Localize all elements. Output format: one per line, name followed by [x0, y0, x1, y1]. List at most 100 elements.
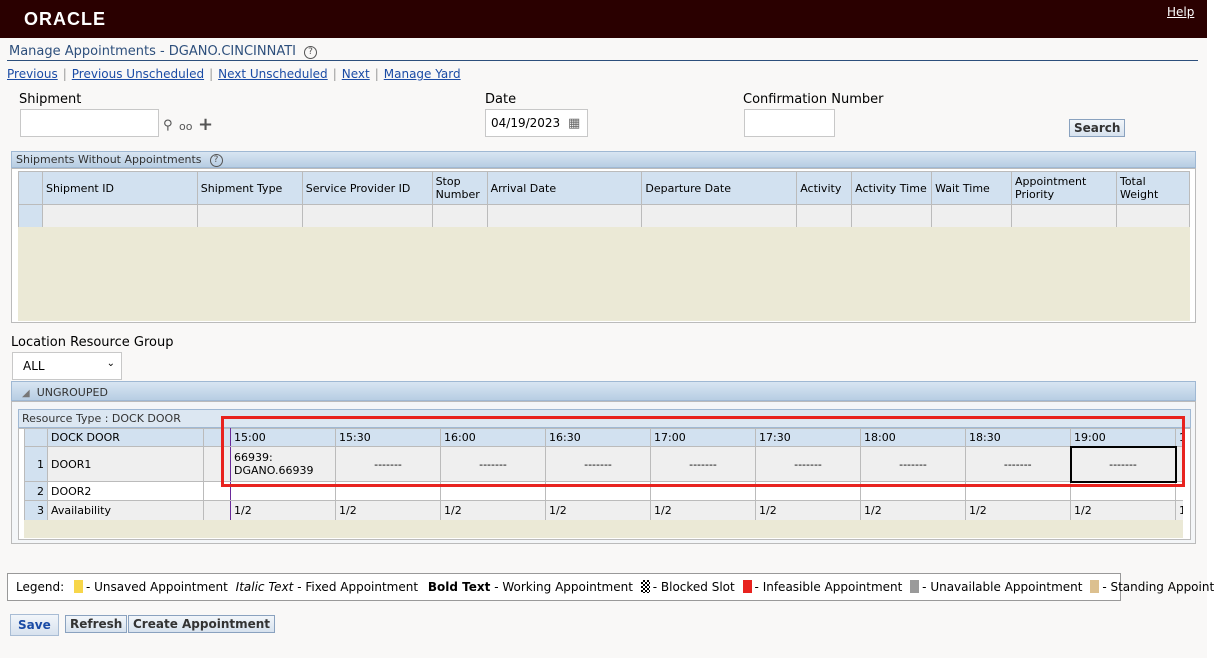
- row-number: 3: [24, 500, 48, 521]
- legend-item: - Fixed Appointment: [293, 580, 419, 594]
- page-title: Manage Appointments - DGANO.CINCINNATI?: [9, 44, 317, 59]
- filter-cell[interactable]: [641, 204, 798, 228]
- time-slot-cell[interactable]: 1/2: [965, 500, 1071, 521]
- next-link[interactable]: Next: [342, 67, 370, 81]
- column-header[interactable]: Shipment Type: [196, 171, 303, 205]
- schedule-empty-area: [24, 520, 1183, 538]
- filter-cell[interactable]: [301, 204, 433, 228]
- time-slot-cell[interactable]: 1: [1175, 500, 1183, 521]
- legend-label: Legend:: [16, 580, 65, 594]
- oracle-logo: ORACLE: [24, 9, 106, 29]
- row-number: 2: [24, 481, 48, 501]
- filter-cell[interactable]: [931, 204, 1013, 228]
- shipments-panel-title: Shipments Without Appointments: [16, 153, 202, 166]
- chevron-down-icon: ⌄: [106, 358, 115, 369]
- title-divider: [7, 60, 1198, 61]
- help-icon[interactable]: ?: [304, 46, 317, 59]
- column-header[interactable]: Activity: [796, 171, 853, 205]
- collapse-triangle-icon[interactable]: ◢: [22, 388, 30, 399]
- refresh-button[interactable]: Refresh: [65, 615, 128, 633]
- time-slot-cell[interactable]: 1/2: [860, 500, 966, 521]
- help-icon[interactable]: ?: [209, 154, 223, 167]
- next-unscheduled-link[interactable]: Next Unscheduled: [218, 67, 328, 81]
- resource-group-label: Location Resource Group: [11, 335, 174, 350]
- resource-name: Availability: [47, 500, 204, 521]
- legend: Legend: - Unsaved Appointment Italic Tex…: [7, 573, 1215, 601]
- infeasible-swatch: [742, 580, 752, 593]
- table-header-row: Shipment ID Shipment Type Service Provid…: [18, 171, 1191, 205]
- resource-group-select[interactable]: ALL ⌄: [12, 352, 122, 380]
- filter-cell: [18, 204, 43, 228]
- column-header[interactable]: Shipment ID: [41, 171, 198, 205]
- column-header[interactable]: Activity Time: [851, 171, 933, 205]
- filter-cell[interactable]: [431, 204, 488, 228]
- filter-cell[interactable]: [1115, 204, 1191, 228]
- standing-swatch: [1090, 580, 1100, 593]
- legend-item: - Blocked Slot: [652, 580, 735, 594]
- legend-item: - Unsaved Appointment: [85, 580, 228, 594]
- column-header[interactable]: Service Provider ID: [301, 171, 433, 205]
- unavailable-swatch: [910, 580, 920, 593]
- shipment-label: Shipment: [19, 92, 82, 107]
- create-appointment-button[interactable]: Create Appointment: [128, 615, 276, 633]
- column-header[interactable]: Total Weight: [1115, 171, 1191, 205]
- time-slot-cell[interactable]: 1/2: [650, 500, 756, 521]
- filter-cell[interactable]: [41, 204, 198, 228]
- filter-cell[interactable]: [851, 204, 933, 228]
- dock-door-header: DOCK DOOR: [47, 428, 204, 447]
- time-slot-cell[interactable]: 1/2: [1070, 500, 1176, 521]
- save-button[interactable]: Save: [10, 614, 59, 636]
- time-slot-cell[interactable]: 1/2: [545, 500, 651, 521]
- confirmation-label: Confirmation Number: [743, 92, 884, 107]
- highlight-box: [221, 416, 1185, 487]
- legend-item: - Working Appointment: [490, 580, 633, 594]
- unsaved-swatch: [73, 580, 83, 593]
- time-slot-cell[interactable]: 1/2: [440, 500, 546, 521]
- time-slot-cell[interactable]: 1/2: [230, 500, 336, 521]
- date-value: 04/19/2023: [491, 116, 561, 130]
- top-bar: [0, 0, 1207, 38]
- rownum-header: [24, 428, 48, 447]
- shipment-input[interactable]: [20, 109, 159, 137]
- ungrouped-title: UNGROUPED: [36, 386, 108, 399]
- row-number: 1: [24, 446, 48, 482]
- column-header[interactable]: Departure Date: [641, 171, 798, 205]
- shipments-table: Shipment ID Shipment Type Service Provid…: [18, 171, 1191, 228]
- add-icon[interactable]: +: [198, 116, 213, 134]
- time-slot-cell[interactable]: 1/2: [335, 500, 441, 521]
- ungrouped-header[interactable]: ◢ UNGROUPED: [11, 381, 1196, 401]
- calendar-icon[interactable]: ▦: [568, 116, 580, 131]
- time-slot-cell[interactable]: 1/2: [755, 500, 861, 521]
- filter-cell[interactable]: [196, 204, 303, 228]
- legend-item: - Standing Appointment: [1102, 580, 1215, 594]
- legend-item: Bold Text: [427, 580, 491, 594]
- column-header[interactable]: Appointment Priority: [1011, 171, 1117, 205]
- column-header[interactable]: Stop Number: [431, 171, 488, 205]
- help-link[interactable]: Help: [1167, 5, 1194, 19]
- row-select-header: [18, 171, 43, 205]
- filter-cell[interactable]: [486, 204, 643, 228]
- shipments-empty-area: [18, 227, 1190, 321]
- column-header[interactable]: Arrival Date: [486, 171, 643, 205]
- confirmation-input[interactable]: [744, 109, 835, 137]
- schedule-row: 3 Availability 1/2 1/2 1/2 1/2 1/2 1/2 1/2 1/2 1/2…: [24, 500, 1183, 521]
- filter-cell[interactable]: [1011, 204, 1117, 228]
- search-button[interactable]: Search: [1069, 119, 1126, 137]
- previous-link[interactable]: Previous: [7, 67, 58, 81]
- search-icon[interactable]: ⚲: [163, 118, 173, 133]
- nav-links: Previous | Previous Unscheduled | Next Unsch…: [7, 67, 461, 81]
- column-header[interactable]: Wait Time: [931, 171, 1013, 205]
- legend-item: - Infeasible Appointment: [754, 580, 903, 594]
- filter-row: [18, 204, 1191, 228]
- resource-name: DOOR1: [47, 446, 204, 482]
- legend-item: - Unavailable Appointment: [922, 580, 1083, 594]
- blocked-swatch: [640, 580, 650, 593]
- page-title-text: Manage Appointments - DGANO.CINCINNATI: [9, 44, 296, 59]
- shipments-panel-header: Shipments Without Appointments?: [11, 151, 1196, 168]
- resource-name: DOOR2: [47, 481, 204, 501]
- glasses-icon[interactable]: oo: [179, 120, 192, 133]
- resource-group-value: ALL: [23, 359, 45, 373]
- previous-unscheduled-link[interactable]: Previous Unscheduled: [72, 67, 204, 81]
- manage-yard-link[interactable]: Manage Yard: [384, 67, 461, 81]
- filter-cell[interactable]: [796, 204, 853, 228]
